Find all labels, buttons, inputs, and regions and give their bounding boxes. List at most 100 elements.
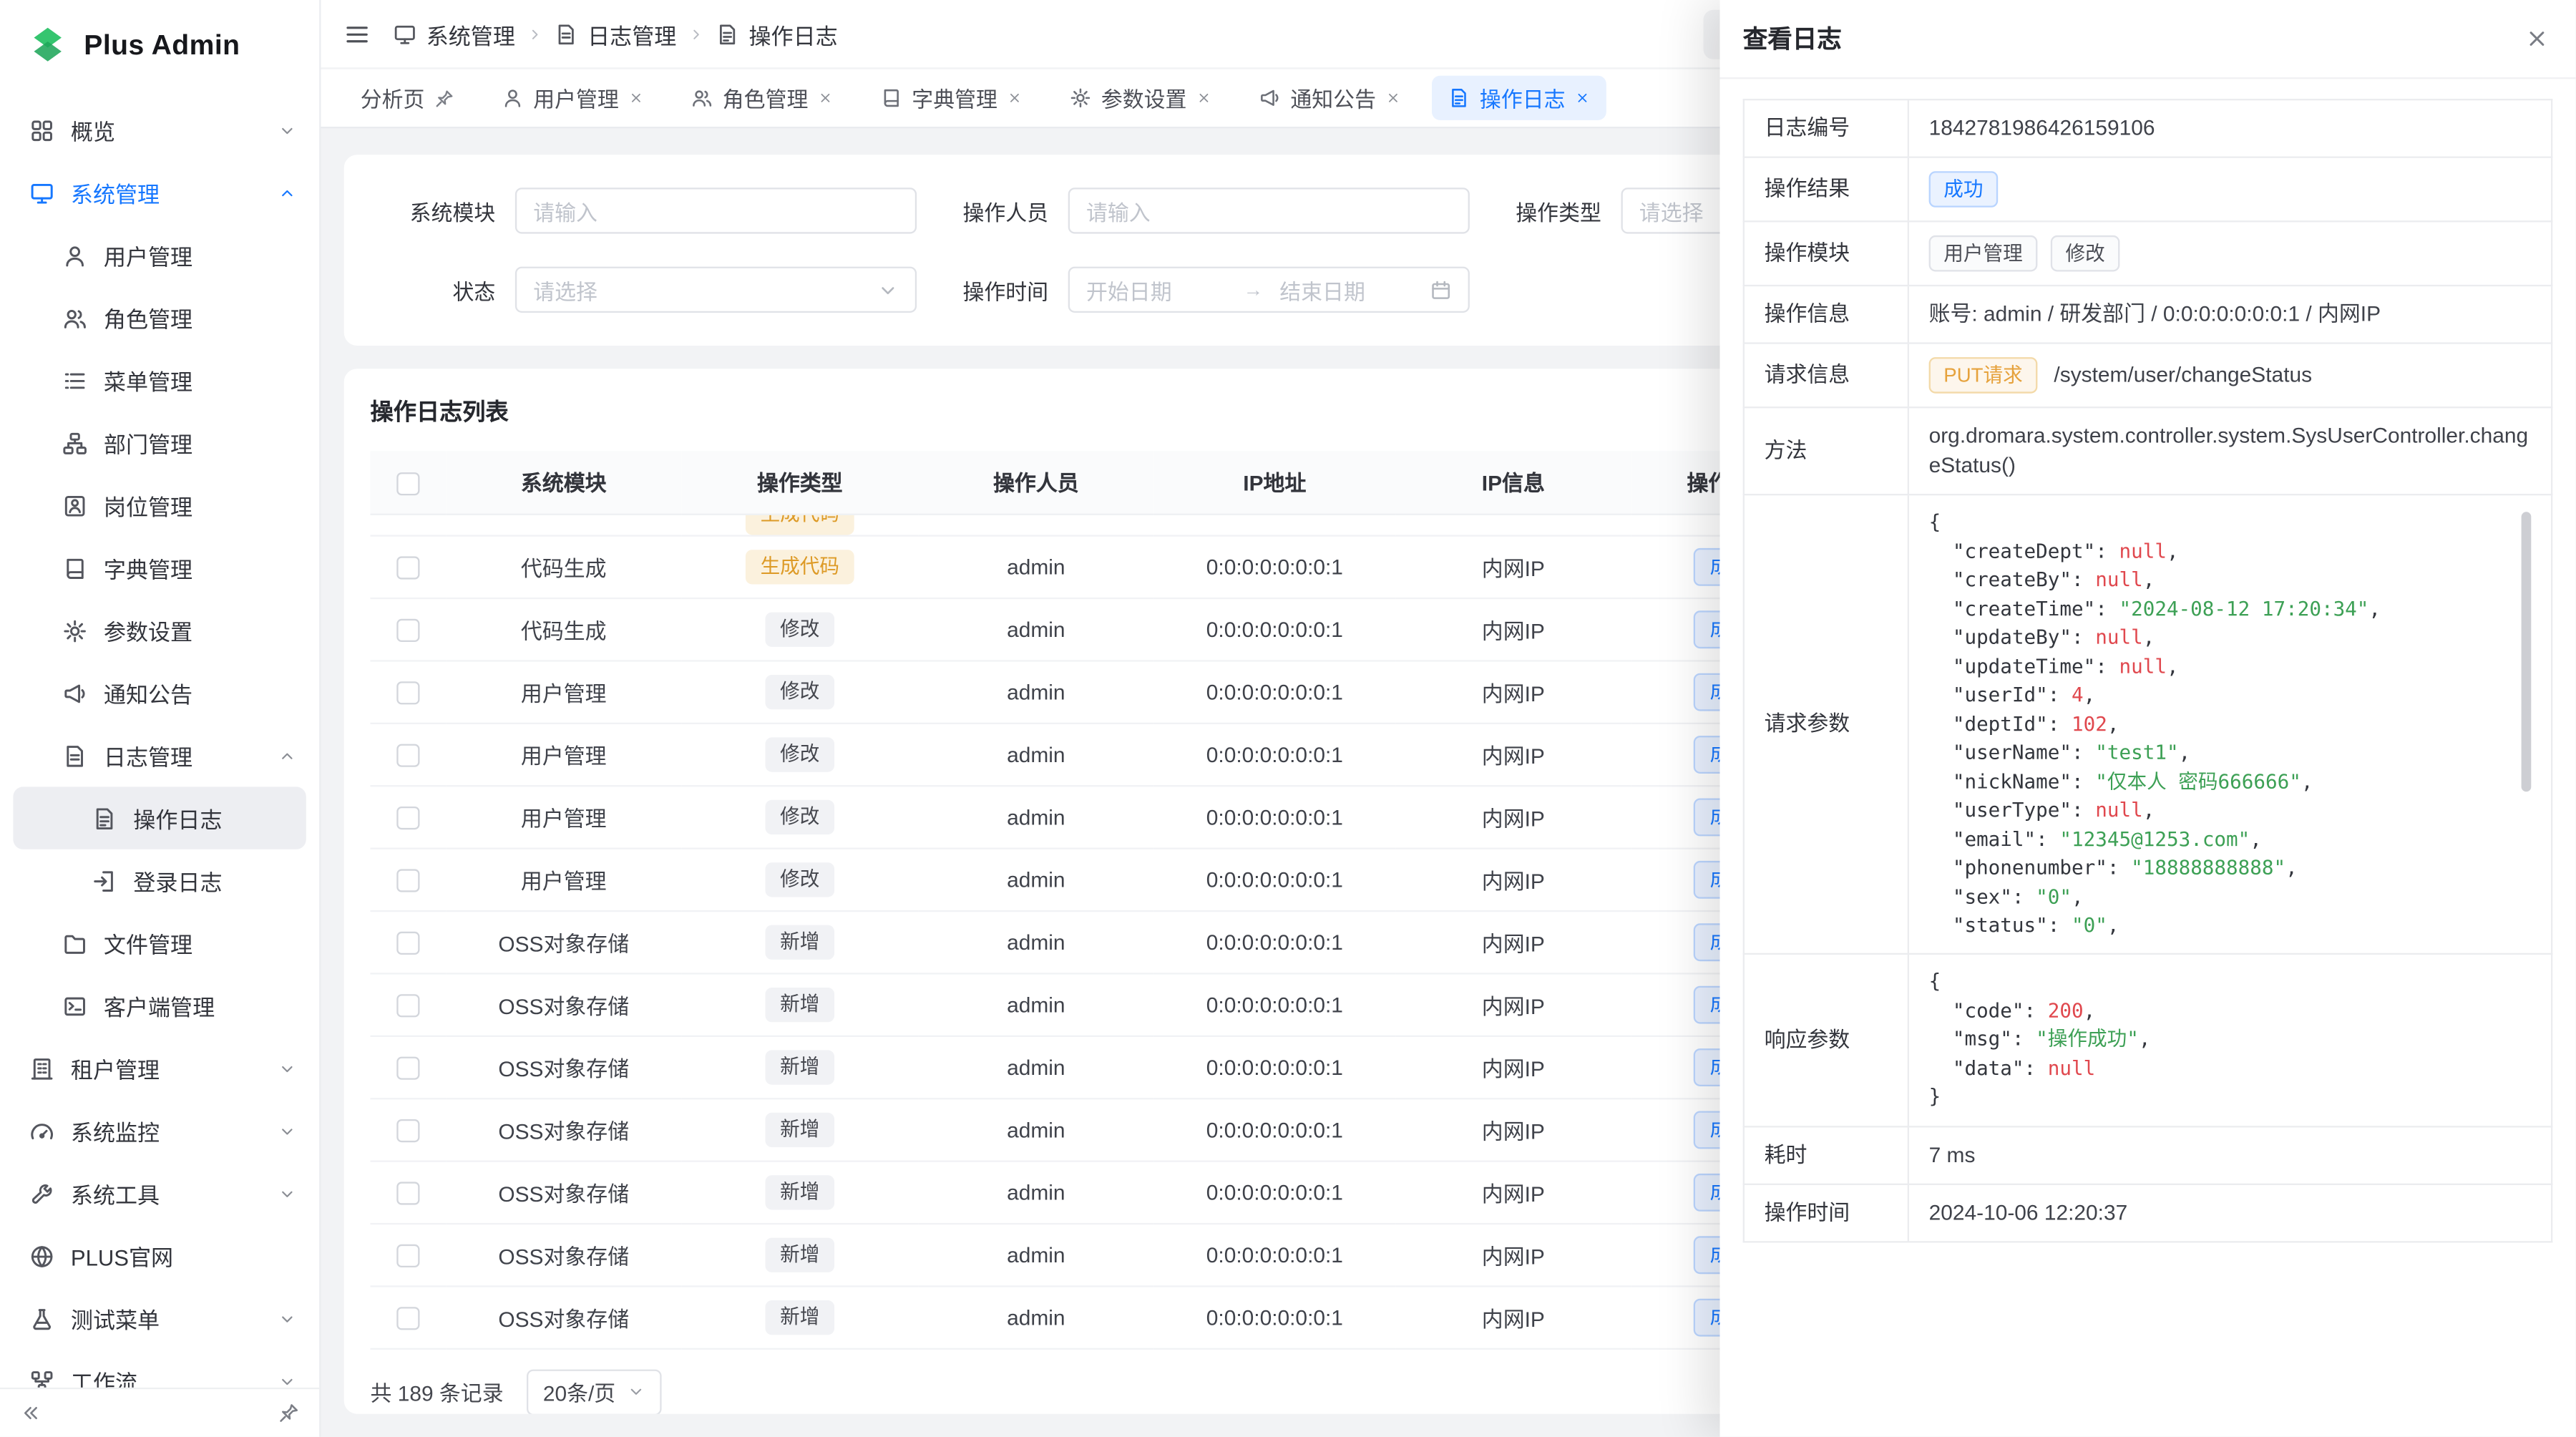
sidebar-item-label: 文件管理 xyxy=(104,927,296,960)
row-checkbox[interactable] xyxy=(396,556,419,579)
detail-row: 方法 org.dromara.system.controller.system.S… xyxy=(1744,407,2552,495)
sidebar-item-tenant-manage[interactable]: 租户管理 xyxy=(0,1037,319,1099)
tab-notice[interactable]: 通知公告 xyxy=(1243,76,1418,120)
row-checkbox[interactable] xyxy=(396,994,419,1017)
cell-ip: 0:0:0:0:0:0:0:1 xyxy=(1153,973,1395,1035)
sidebar-item-login-log[interactable]: 登录日志 xyxy=(0,849,319,912)
close-drawer-button[interactable] xyxy=(2524,26,2550,51)
collapse-sidebar-button[interactable] xyxy=(20,1403,42,1424)
chevron-down-icon xyxy=(627,1383,645,1401)
detail-row: 请求参数{ "createDept": null, "createBy": nu… xyxy=(1744,495,2552,954)
close-tab-icon[interactable] xyxy=(818,91,833,106)
operation-type-tag: 新增 xyxy=(765,924,834,958)
cell-ip-info: 内网IP xyxy=(1395,910,1631,973)
close-tab-icon[interactable] xyxy=(1575,91,1590,106)
app-logo[interactable]: Plus Admin xyxy=(0,0,319,92)
megaphone-icon xyxy=(1259,87,1281,109)
row-checkbox[interactable] xyxy=(396,1119,419,1141)
close-tab-icon[interactable] xyxy=(629,91,644,106)
breadcrumb-item[interactable]: 日志管理 xyxy=(555,17,676,50)
detail-label: 请求信息 xyxy=(1744,344,1908,408)
chevron-up-icon xyxy=(278,183,296,201)
sidebar-item-menu-manage[interactable]: 菜单管理 xyxy=(0,349,319,411)
cell-ip: 0:0:0:0:0:0:0:1 xyxy=(1153,1036,1395,1098)
row-checkbox[interactable] xyxy=(396,681,419,704)
chevron-down-icon xyxy=(278,1121,296,1139)
row-checkbox[interactable] xyxy=(396,806,419,829)
sidebar-item-plus-website[interactable]: PLUS官网 xyxy=(0,1224,319,1287)
close-tab-icon[interactable] xyxy=(1008,91,1023,106)
tab-role[interactable]: 角色管理 xyxy=(675,76,849,120)
detail-label: 耗时 xyxy=(1744,1126,1908,1184)
close-tab-icon[interactable] xyxy=(1196,91,1211,106)
log-detail-table: 日志编号1842781986426159106操作结果成功操作模块用户管理修改操… xyxy=(1743,99,2553,1242)
sidebar-item-label: 菜单管理 xyxy=(104,364,296,396)
sidebar-item-notice[interactable]: 通知公告 xyxy=(0,662,319,724)
column-header: 系统模块 xyxy=(446,451,681,513)
sidebar-item-oper-log[interactable]: 操作日志 xyxy=(13,786,306,849)
row-checkbox[interactable] xyxy=(396,744,419,766)
sidebar-item-overview[interactable]: 概览 xyxy=(0,99,319,161)
detail-value: org.dromara.system.controller.system.Sys… xyxy=(1929,423,2529,477)
pin-icon[interactable] xyxy=(434,88,454,108)
sidebar-item-role-manage[interactable]: 角色管理 xyxy=(0,286,319,349)
row-checkbox[interactable] xyxy=(396,1182,419,1204)
sidebar-item-user-manage[interactable]: 用户管理 xyxy=(0,224,319,286)
menu-toggle-button[interactable] xyxy=(344,21,371,47)
row-checkbox[interactable] xyxy=(396,618,419,641)
page-size-select[interactable]: 20条/页 xyxy=(527,1368,662,1413)
code-scrollbar[interactable] xyxy=(2522,512,2532,940)
row-checkbox[interactable] xyxy=(396,931,419,954)
row-checkbox[interactable] xyxy=(396,1056,419,1079)
breadcrumb-item[interactable]: 系统管理 xyxy=(394,17,515,50)
login-icon xyxy=(92,868,117,893)
pin-sidebar-button[interactable] xyxy=(278,1403,300,1424)
sidebar-item-label: 操作日志 xyxy=(133,802,283,834)
tab-dict[interactable]: 字典管理 xyxy=(864,76,1039,120)
sidebar-item-system-monitor[interactable]: 系统监控 xyxy=(0,1099,319,1161)
cell-module: 用户管理 xyxy=(446,848,681,910)
cell-operator: admin xyxy=(918,1223,1153,1285)
sidebar-item-param-setting[interactable]: 参数设置 xyxy=(0,599,319,661)
sidebar-item-dept-manage[interactable]: 部门管理 xyxy=(0,411,319,474)
sidebar-item-post-manage[interactable]: 岗位管理 xyxy=(0,474,319,536)
filter-input[interactable]: 请输入 xyxy=(515,187,917,233)
tab-param[interactable]: 参数设置 xyxy=(1053,76,1228,120)
cell-ip-info: 内网IP xyxy=(1395,598,1631,660)
tab-label: 分析页 xyxy=(361,82,425,114)
row-checkbox[interactable] xyxy=(396,869,419,892)
detail-row: 请求信息PUT请求/system/user/changeStatus xyxy=(1744,344,2552,408)
people-icon xyxy=(62,306,87,331)
detail-label: 操作结果 xyxy=(1744,157,1908,222)
sidebar-item-workflow[interactable]: 工作流 xyxy=(0,1350,319,1388)
tab-user[interactable]: 用户管理 xyxy=(486,76,660,120)
sidebar-item-system-tools[interactable]: 系统工具 xyxy=(0,1162,319,1224)
cell-operator: admin xyxy=(918,598,1153,660)
tab-analysis[interactable]: 分析页 xyxy=(344,76,471,120)
sidebar-item-dict-manage[interactable]: 字典管理 xyxy=(0,537,319,599)
cell-ip: 0:0:0:0:0:0:0:1 xyxy=(1153,723,1395,785)
row-checkbox[interactable] xyxy=(396,1307,419,1330)
cell-operator: admin xyxy=(918,973,1153,1035)
select-all-checkbox[interactable] xyxy=(396,472,419,495)
filter-label: 操作人员 xyxy=(937,195,1068,227)
sidebar-item-system-manage[interactable]: 系统管理 xyxy=(0,161,319,223)
detail-label: 方法 xyxy=(1744,407,1908,495)
row-checkbox[interactable] xyxy=(396,1244,419,1267)
sidebar-item-log-manage[interactable]: 日志管理 xyxy=(0,724,319,786)
close-tab-icon[interactable] xyxy=(1386,91,1401,106)
tab-operlog[interactable]: 操作日志 xyxy=(1432,76,1606,120)
cell-operator: admin xyxy=(918,1285,1153,1348)
sidebar-item-file-manage[interactable]: 文件管理 xyxy=(0,912,319,974)
breadcrumb-item[interactable]: 操作日志 xyxy=(716,17,838,50)
sidebar-menu: 概览系统管理用户管理角色管理菜单管理部门管理岗位管理字典管理参数设置通知公告日志… xyxy=(0,92,319,1388)
filter-input[interactable]: 请输入 xyxy=(1068,187,1470,233)
cell-module: OSS对象存储 xyxy=(446,1161,681,1223)
filter-daterange[interactable]: 开始日期→结束日期 xyxy=(1068,267,1470,313)
filter-select[interactable]: 请选择 xyxy=(515,267,917,313)
app-root: Plus Admin 概览系统管理用户管理角色管理菜单管理部门管理岗位管理字典管… xyxy=(0,0,2576,1437)
person-icon xyxy=(62,243,87,268)
sidebar-item-client-manage[interactable]: 客户端管理 xyxy=(0,975,319,1037)
sidebar-item-test-menu[interactable]: 测试菜单 xyxy=(0,1287,319,1350)
detail-row: 操作信息账号: admin / 研发部门 / 0:0:0:0:0:0:0:1 /… xyxy=(1744,286,2552,344)
